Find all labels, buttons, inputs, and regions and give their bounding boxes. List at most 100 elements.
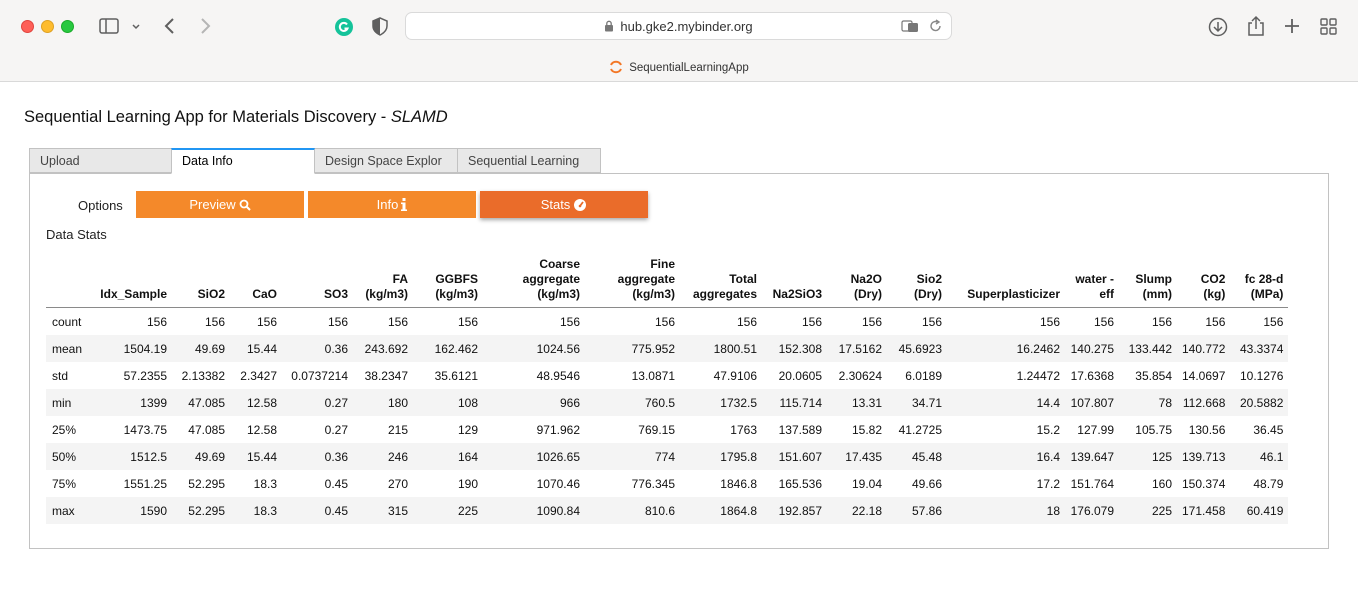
table-cell: 17.6368 — [1070, 368, 1114, 383]
table-cell: 52.295 — [188, 503, 225, 518]
table-cell: 60.419 — [1246, 503, 1284, 518]
back-arrow-icon[interactable] — [163, 17, 177, 38]
row-label: 50% — [52, 449, 77, 464]
table-cell: 0.0737214 — [291, 368, 348, 383]
table-cell: 140.772 — [1182, 341, 1226, 356]
chevron-down-icon[interactable] — [131, 20, 141, 38]
search-icon — [239, 199, 251, 211]
table-cell: 156 — [801, 314, 822, 329]
table-cell: 1795.8 — [720, 449, 757, 464]
info-button[interactable]: Info — [308, 191, 476, 218]
table-cell: 2.30624 — [838, 368, 882, 383]
table-cell: 35.6121 — [434, 368, 478, 383]
table-cell: 165.536 — [778, 476, 822, 491]
share-icon[interactable] — [1247, 15, 1265, 40]
table-row: std 57.2355 2.13382 2.3427 0.0737214 38.2347 3… — [46, 362, 1288, 389]
table-row: 75% 1551.25 52.295 18.3 0.45 270 190 1070.46 776… — [46, 470, 1288, 497]
table-cell: 140.275 — [1070, 341, 1114, 356]
lock-icon — [605, 20, 614, 32]
table-cell: 156 — [387, 314, 408, 329]
preview-button[interactable]: Preview — [136, 191, 304, 218]
info-icon — [401, 198, 408, 211]
table-cell: 1590 — [140, 503, 167, 518]
table-cell: 49.69 — [194, 341, 225, 356]
tab-design-space-explorer[interactable]: Design Space Explor — [314, 148, 458, 173]
sidebar-toggle-icon[interactable] — [99, 18, 119, 37]
zoom-window-button[interactable] — [61, 20, 74, 33]
table-cell: 156 — [1151, 314, 1172, 329]
browser-toolbar: hub.gke2.mybinder.org SequentialLearning… — [0, 0, 1358, 82]
table-cell: 171.458 — [1182, 503, 1226, 518]
row-label: max — [52, 503, 75, 518]
privacy-shield-icon[interactable] — [372, 17, 388, 39]
column-header: SiO2 — [172, 257, 230, 308]
table-cell: 270 — [387, 476, 408, 491]
minimize-window-button[interactable] — [41, 20, 54, 33]
table-cell: 15.82 — [851, 422, 882, 437]
stats-button[interactable]: Stats — [480, 191, 648, 218]
grammarly-extension-icon[interactable] — [334, 17, 354, 40]
info-button-label: Info — [376, 197, 399, 212]
new-tab-icon[interactable] — [1284, 18, 1300, 37]
table-cell: 14.4 — [1036, 395, 1060, 410]
table-cell: 0.27 — [324, 395, 348, 410]
table-row: 25% 1473.75 47.085 12.58 0.27 215 129 971.962 76… — [46, 416, 1288, 443]
table-cell: 156 — [861, 314, 882, 329]
tab-overview-icon[interactable] — [1320, 18, 1337, 38]
table-cell: 0.36 — [324, 449, 348, 464]
tab-upload[interactable]: Upload — [29, 148, 172, 173]
table-cell: 127.99 — [1077, 422, 1114, 437]
column-header: FA (kg/m3) — [353, 257, 413, 308]
table-cell: 162.462 — [434, 341, 478, 356]
column-header: SO3 — [282, 257, 353, 308]
table-cell: 1800.51 — [713, 341, 757, 356]
forward-arrow-icon[interactable] — [198, 17, 212, 38]
tab-sequential-learning[interactable]: Sequential Learning — [457, 148, 601, 173]
browser-tab[interactable]: SequentialLearningApp — [0, 60, 1358, 74]
downloads-icon[interactable] — [1208, 17, 1228, 40]
table-cell: 225 — [457, 503, 478, 518]
row-label: std — [52, 368, 69, 383]
column-header: Na2SiO3 — [762, 257, 827, 308]
table-cell: 156 — [146, 314, 167, 329]
table-cell: 156 — [457, 314, 478, 329]
reload-icon[interactable] — [929, 19, 942, 38]
options-label: Options — [78, 198, 123, 213]
table-cell: 108 — [457, 395, 478, 410]
row-label: min — [52, 395, 72, 410]
table-cell: 18 — [1046, 503, 1060, 518]
close-window-button[interactable] — [21, 20, 34, 33]
table-cell: 35.854 — [1135, 368, 1172, 383]
table-cell: 125 — [1151, 449, 1172, 464]
table-cell: 139.713 — [1182, 449, 1226, 464]
table-cell: 43.3374 — [1240, 341, 1284, 356]
tab-data-info[interactable]: Data Info — [171, 148, 315, 174]
table-cell: 12.58 — [246, 395, 277, 410]
table-cell: 0.45 — [324, 503, 348, 518]
table-cell: 22.18 — [851, 503, 882, 518]
table-cell: 243.692 — [364, 341, 408, 356]
table-cell: 18.3 — [253, 503, 277, 518]
table-cell: 810.6 — [644, 503, 675, 518]
table-cell: 105.75 — [1135, 422, 1172, 437]
stats-table: Idx_Sample SiO2 CaO SO3 FA (kg/m3) GGBFS (kg/m3… — [46, 257, 1289, 524]
row-label: 75% — [52, 476, 77, 491]
row-label: 25% — [52, 422, 77, 437]
column-header: Superplasticizer — [947, 257, 1065, 308]
table-cell: 115.714 — [779, 395, 823, 410]
table-cell: 971.962 — [536, 422, 580, 437]
table-cell: 133.442 — [1128, 341, 1172, 356]
table-cell: 34.71 — [911, 395, 942, 410]
translate-icon[interactable] — [901, 19, 919, 38]
tab-title-text: SequentialLearningApp — [629, 62, 749, 74]
preview-button-label: Preview — [189, 197, 236, 212]
column-header: Idx_Sample — [90, 257, 172, 308]
table-cell: 17.435 — [845, 449, 882, 464]
table-cell: 112.668 — [1182, 395, 1226, 410]
table-cell: 20.0605 — [778, 368, 822, 383]
table-cell: 49.69 — [194, 449, 225, 464]
table-cell: 48.9546 — [536, 368, 580, 383]
address-bar[interactable]: hub.gke2.mybinder.org — [405, 12, 952, 40]
table-cell: 52.295 — [188, 476, 225, 491]
table-row: count 156 156 156 156 156 156 156 156 156 156 156 15… — [46, 308, 1288, 336]
